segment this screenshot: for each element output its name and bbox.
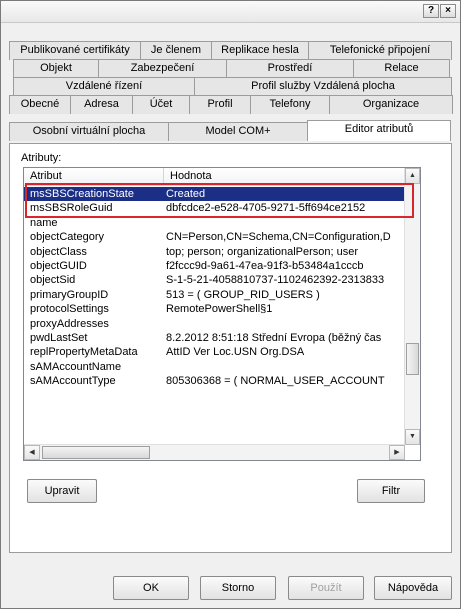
attribute-value: S-1-5-21-4058810737-1102462392-2313833 bbox=[166, 274, 385, 287]
attribute-name: objectSid bbox=[30, 274, 76, 287]
attributes-list[interactable]: Atribut Hodnota msSBSCreationState Create… bbox=[23, 167, 421, 461]
attribute-name: protocolSettings bbox=[30, 303, 109, 316]
attribute-name: replPropertyMetaData bbox=[30, 346, 138, 359]
help-icon[interactable]: ? bbox=[423, 4, 439, 18]
cancel-button[interactable]: Storno bbox=[200, 576, 276, 600]
vertical-scrollbar[interactable]: ▲ ▼ bbox=[404, 168, 420, 445]
attribute-name: msSBSRoleGuid bbox=[30, 202, 113, 215]
apply-button[interactable]: Použít bbox=[288, 576, 364, 600]
attribute-name: msSBSCreationState bbox=[30, 188, 134, 200]
tab-remote-desktop-profile[interactable]: Profil služby Vzdálená plocha bbox=[194, 77, 452, 96]
attribute-value bbox=[164, 317, 405, 331]
list-item[interactable]: sAMAccountName bbox=[24, 360, 405, 374]
horizontal-scroll-thumb[interactable] bbox=[42, 446, 150, 459]
list-item[interactable]: objectClass top; person; organizationalPe… bbox=[24, 245, 405, 259]
attribute-value: dbfcdce2-e528-4705-9271-5ff694ce2152 bbox=[166, 202, 366, 215]
properties-dialog: ? × Publikované certifikáty Je členem Re… bbox=[0, 0, 461, 609]
list-body: msSBSCreationState Created msSBSRoleGuid db… bbox=[24, 187, 405, 445]
attribute-name: name bbox=[30, 216, 58, 229]
list-item[interactable]: sAMAccountType 805306368 = ( NORMAL_USER_… bbox=[24, 374, 405, 388]
list-item[interactable]: msSBSRoleGuid dbfcdce2-e528-4705-9271-5ff… bbox=[24, 201, 405, 215]
tab-published-certificates[interactable]: Publikované certifikáty bbox=[9, 41, 141, 60]
attribute-name: sAMAccountType bbox=[30, 375, 116, 388]
attribute-name: pwdLastSet bbox=[30, 331, 88, 344]
ok-button[interactable]: OK bbox=[113, 576, 189, 600]
edit-button[interactable]: Upravit bbox=[27, 479, 97, 503]
tab-row-1: Publikované certifikáty Je členem Replik… bbox=[9, 41, 452, 60]
attribute-value: f2fccc9d-9a61-47ea-91f3-b53484a1cccb bbox=[166, 259, 364, 272]
list-item[interactable]: objectSid S-1-5-21-4058810737-1102462392-… bbox=[24, 273, 405, 287]
attribute-name: objectCategory bbox=[30, 231, 104, 244]
list-item[interactable]: name bbox=[24, 216, 405, 230]
tab-row-4: Obecné Adresa Účet Profil Telefony Organ… bbox=[9, 95, 453, 114]
scroll-right-icon[interactable]: ▶ bbox=[389, 445, 405, 460]
tab-attribute-editor[interactable]: Editor atributů bbox=[307, 120, 451, 141]
scroll-down-icon[interactable]: ▼ bbox=[405, 429, 420, 445]
attribute-name: primaryGroupID bbox=[30, 288, 109, 301]
list-item[interactable]: replPropertyMetaData AttID Ver Loc.USN Or… bbox=[24, 345, 405, 359]
attribute-value: 805306368 = ( NORMAL_USER_ACCOUNT bbox=[166, 375, 385, 388]
attribute-value: Created bbox=[166, 188, 206, 200]
tab-dial-in[interactable]: Telefonické připojení bbox=[308, 41, 452, 60]
attribute-value: 513 = ( GROUP_RID_USERS ) bbox=[166, 288, 320, 301]
tab-sessions[interactable]: Relace bbox=[353, 59, 450, 78]
help-button[interactable]: Nápověda bbox=[374, 576, 452, 600]
attributes-label: Atributy: bbox=[21, 152, 62, 164]
attribute-value: AttID Ver Loc.USN Org.DSA bbox=[166, 346, 305, 359]
tab-security[interactable]: Zabezpečení bbox=[98, 59, 227, 78]
list-item[interactable]: proxyAddresses bbox=[24, 317, 405, 331]
tab-profile[interactable]: Profil bbox=[189, 95, 251, 114]
list-item[interactable]: objectCategory CN=Person,CN=Schema,CN=Con… bbox=[24, 230, 405, 244]
tab-row-3: Vzdálené řízení Profil služby Vzdálená p… bbox=[13, 77, 452, 96]
tab-general[interactable]: Obecné bbox=[9, 95, 71, 114]
attribute-value bbox=[164, 216, 405, 230]
tab-password-replication[interactable]: Replikace hesla bbox=[211, 41, 309, 60]
column-header-attribute[interactable]: Atribut bbox=[24, 168, 164, 186]
attribute-value: 8.2.2012 8:51:18 Střední Evropa (běžný č… bbox=[166, 331, 382, 344]
scroll-up-icon[interactable]: ▲ bbox=[405, 168, 420, 184]
list-header: Atribut Hodnota bbox=[24, 168, 405, 186]
horizontal-scrollbar[interactable]: ◀ ▶ bbox=[24, 444, 405, 460]
attribute-name: objectClass bbox=[30, 245, 87, 258]
tab-row-2: Objekt Zabezpečení Prostředí Relace bbox=[13, 59, 450, 78]
attribute-name: sAMAccountName bbox=[30, 360, 122, 373]
attribute-name: proxyAddresses bbox=[30, 317, 109, 330]
tab-personal-virtual-desktop[interactable]: Osobní virtuální plocha bbox=[9, 122, 169, 141]
filter-button[interactable]: Filtr bbox=[357, 479, 425, 503]
list-item[interactable]: pwdLastSet 8.2.2012 8:51:18 Střední Evrop… bbox=[24, 331, 405, 345]
attribute-value: RemotePowerShell§1 bbox=[166, 303, 273, 316]
attribute-value: top; person; organizationalPerson; user bbox=[166, 245, 359, 258]
tab-member-of[interactable]: Je členem bbox=[140, 41, 212, 60]
attribute-value: CN=Person,CN=Schema,CN=Configuration,D bbox=[166, 231, 391, 244]
list-item[interactable]: objectGUID f2fccc9d-9a61-47ea-91f3-b53484… bbox=[24, 259, 405, 273]
tab-com-plus[interactable]: Model COM+ bbox=[168, 122, 308, 141]
tab-remote-control[interactable]: Vzdálené řízení bbox=[13, 77, 195, 96]
tab-environment[interactable]: Prostředí bbox=[226, 59, 354, 78]
tab-account[interactable]: Účet bbox=[132, 95, 190, 114]
column-header-value[interactable]: Hodnota bbox=[164, 168, 405, 186]
tab-object[interactable]: Objekt bbox=[13, 59, 99, 78]
list-item[interactable]: msSBSCreationState Created bbox=[24, 187, 405, 202]
tab-address[interactable]: Adresa bbox=[70, 95, 133, 114]
scroll-left-icon[interactable]: ◀ bbox=[24, 445, 40, 460]
close-icon[interactable]: × bbox=[440, 4, 456, 18]
attribute-name: objectGUID bbox=[30, 259, 87, 272]
title-bar: ? × bbox=[1, 1, 460, 23]
tab-row-5: Osobní virtuální plocha Model COM+ Edito… bbox=[9, 120, 451, 141]
tab-telephones[interactable]: Telefony bbox=[250, 95, 330, 114]
vertical-scroll-thumb[interactable] bbox=[406, 343, 419, 375]
list-item[interactable]: protocolSettings RemotePowerShell§1 bbox=[24, 302, 405, 316]
tab-organization[interactable]: Organizace bbox=[329, 95, 453, 114]
list-item[interactable]: primaryGroupID 513 = ( GROUP_RID_USERS ) bbox=[24, 288, 405, 302]
attribute-value bbox=[164, 360, 405, 374]
